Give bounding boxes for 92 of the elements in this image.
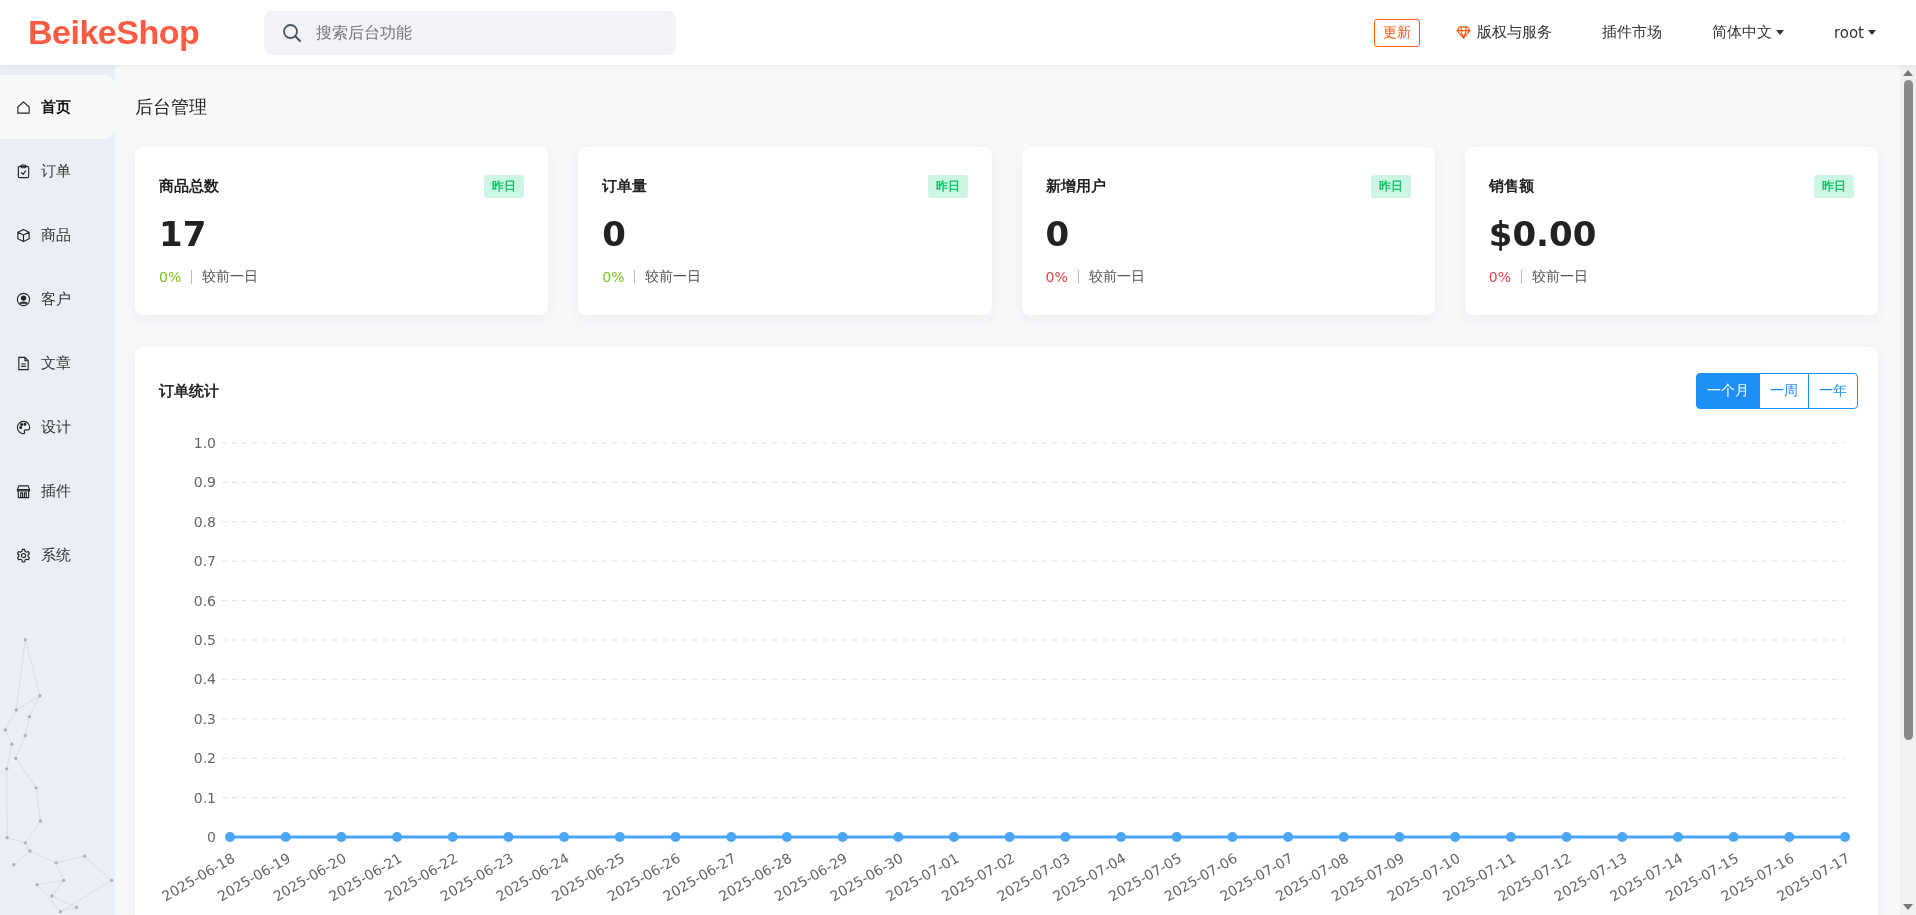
scroll-down-icon [1903, 904, 1913, 910]
data-point [447, 832, 458, 842]
y-tick-label: 0.6 [193, 592, 216, 609]
data-point [1116, 832, 1127, 842]
sidebar-item[interactable]: 插件 [0, 459, 115, 523]
search-field[interactable]: 搜索后台功能 [264, 10, 677, 55]
scrollbar[interactable] [1900, 65, 1916, 915]
compare-label: 较前一日 [645, 268, 702, 286]
data-point [948, 832, 959, 842]
y-tick-label: 0.3 [193, 710, 216, 727]
data-point [1617, 832, 1628, 842]
data-point [1840, 832, 1850, 842]
gear-icon [16, 547, 31, 563]
stat-title: 订单量 [602, 177, 648, 196]
data-point [893, 832, 904, 842]
data-point [280, 832, 291, 842]
data-point [1672, 832, 1683, 842]
sidebar-item[interactable]: 文章 [0, 331, 115, 395]
stat-title: 新增用户 [1045, 177, 1106, 196]
stat-value: $0.00 [1488, 214, 1598, 254]
home-icon [16, 99, 31, 115]
data-point [503, 832, 514, 842]
document-icon [16, 355, 31, 371]
data-point [559, 832, 570, 842]
data-point [1561, 832, 1572, 842]
y-tick-label: 0.7 [193, 553, 216, 570]
data-point [1505, 832, 1516, 842]
change-percent: 0% [1045, 269, 1068, 285]
sidebar-item[interactable]: 客户 [0, 267, 115, 331]
scrollbar-thumb[interactable] [1903, 80, 1913, 740]
compare-label: 较前一日 [202, 268, 259, 286]
page-title: 后台管理 [135, 95, 208, 119]
data-point [1728, 832, 1739, 842]
scroll-up-icon [1903, 70, 1913, 76]
stat-title: 销售额 [1488, 177, 1534, 196]
period-badge: 昨日 [1814, 175, 1854, 198]
box-icon [16, 227, 31, 243]
y-tick-label: 0.1 [193, 789, 216, 806]
data-point [392, 832, 403, 842]
sidebar-item[interactable]: 商品 [0, 203, 115, 267]
diamond-icon [1455, 26, 1471, 39]
dropdown-menu[interactable]: 简体中文 [1711, 23, 1784, 42]
period-badge: 昨日 [1370, 175, 1411, 198]
stat-value: 17 [159, 214, 208, 254]
stat-value: 0 [602, 214, 627, 254]
plugin-market-link[interactable]: 插件市场 [1601, 23, 1662, 42]
data-point [726, 832, 737, 842]
change-percent: 0% [1488, 269, 1511, 285]
data-point [1227, 832, 1238, 842]
user-circle-icon [16, 291, 31, 307]
palette-icon [16, 419, 31, 435]
store-icon [16, 483, 31, 499]
data-point [336, 832, 347, 842]
chart-title: 订单统计 [159, 381, 219, 401]
y-tick-label: 0 [207, 829, 216, 845]
caret-icon [1868, 30, 1876, 35]
y-tick-label: 0.5 [193, 632, 216, 648]
y-tick-label: 0.9 [193, 474, 216, 491]
service-link[interactable]: 版权与服务 [1476, 23, 1552, 42]
data-point [1450, 832, 1461, 842]
y-tick-label: 0.2 [193, 750, 216, 767]
compare-label: 较前一日 [1531, 268, 1588, 286]
sidebar-item[interactable]: 系统 [0, 523, 115, 587]
change-percent: 0% [602, 269, 625, 285]
dropdown-menu[interactable]: root [1833, 23, 1876, 42]
period-badge: 昨日 [484, 175, 525, 198]
stat-value: 0 [1045, 214, 1071, 254]
data-point [1004, 832, 1015, 842]
data-point [1784, 832, 1795, 842]
stat-title: 商品总数 [159, 177, 219, 196]
data-point [225, 832, 235, 842]
y-tick-label: 0.8 [193, 513, 216, 530]
data-point [781, 832, 792, 842]
data-point [1283, 832, 1294, 842]
data-point [1394, 832, 1405, 842]
period-badge: 昨日 [927, 175, 968, 198]
range-tab[interactable]: 一周 [1759, 373, 1809, 409]
data-point [614, 832, 625, 842]
clipboard-icon [16, 163, 31, 179]
change-percent: 0% [159, 269, 182, 285]
data-point [1171, 832, 1182, 842]
y-tick-label: 1.0 [193, 435, 216, 451]
sidebar-item[interactable]: 首页 [0, 75, 115, 139]
y-tick-label: 0.4 [193, 671, 216, 688]
data-point [1060, 832, 1071, 842]
data-point [1338, 832, 1349, 842]
caret-icon [1775, 30, 1784, 35]
compare-label: 较前一日 [1088, 268, 1145, 286]
data-point [837, 832, 848, 842]
sidebar-item[interactable]: 设计 [0, 395, 115, 459]
sidebar-item[interactable]: 订单 [0, 139, 115, 203]
data-point [670, 832, 681, 842]
